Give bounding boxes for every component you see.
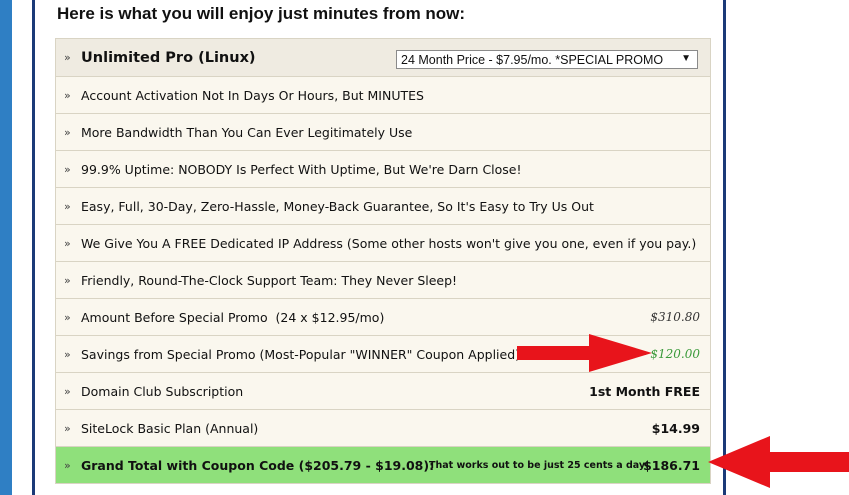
- feature-text: Easy, Full, 30-Day, Zero-Hassle, Money-B…: [81, 198, 594, 214]
- chevron-icon: »: [64, 347, 71, 361]
- domain-club-row: » Domain Club Subscription 1st Month FRE…: [56, 373, 710, 410]
- price-before-promo-label: Amount Before Special Promo (24 x $12.95…: [81, 309, 385, 325]
- grand-total-row: » Grand Total with Coupon Code ($205.79 …: [56, 447, 710, 483]
- feature-row: » Easy, Full, 30-Day, Zero-Hassle, Money…: [56, 188, 710, 225]
- price-before-promo-row: » Amount Before Special Promo (24 x $12.…: [56, 299, 710, 336]
- chevron-icon: »: [64, 458, 71, 472]
- page-left-gap: [12, 0, 32, 495]
- feature-text: Friendly, Round-The-Clock Support Team: …: [81, 272, 458, 288]
- savings-label: Savings from Special Promo (Most-Popular…: [81, 346, 521, 362]
- chevron-icon: »: [64, 51, 71, 64]
- chevron-icon: »: [64, 384, 71, 398]
- feature-text: We Give You A FREE Dedicated IP Address …: [81, 235, 697, 251]
- savings-arrow-icon: [517, 334, 652, 372]
- plan-name: Unlimited Pro (Linux): [81, 49, 256, 66]
- grand-total-label: Grand Total with Coupon Code ($205.79 - …: [81, 457, 435, 473]
- domain-club-value: 1st Month FREE: [589, 383, 700, 399]
- chevron-icon: »: [64, 310, 71, 324]
- total-arrow-icon: [708, 436, 849, 488]
- feature-row: » 99.9% Uptime: NOBODY Is Perfect With U…: [56, 151, 710, 188]
- chevron-icon: »: [64, 199, 71, 213]
- feature-row: » Account Activation Not In Days Or Hour…: [56, 77, 710, 114]
- chevron-down-icon: ▼: [681, 53, 691, 64]
- sitelock-row: » SiteLock Basic Plan (Annual) $14.99: [56, 410, 710, 447]
- sitelock-value: $14.99: [651, 420, 700, 436]
- chevron-icon: »: [64, 88, 71, 102]
- feature-text: Account Activation Not In Days Or Hours,…: [81, 87, 424, 103]
- chevron-icon: »: [64, 125, 71, 139]
- term-select[interactable]: 24 Month Price - $7.95/mo. *SPECIAL PROM…: [396, 50, 698, 69]
- chevron-icon: »: [64, 236, 71, 250]
- feature-row: » We Give You A FREE Dedicated IP Addres…: [56, 225, 710, 262]
- price-before-promo-value: $310.80: [650, 310, 700, 324]
- term-select-value: 24 Month Price - $7.95/mo. *SPECIAL PROM…: [401, 52, 664, 67]
- grand-total-value: $186.71: [643, 457, 700, 473]
- plan-row: » Unlimited Pro (Linux) 24 Month Price -…: [56, 39, 710, 77]
- order-summary-table: » Unlimited Pro (Linux) 24 Month Price -…: [55, 38, 711, 484]
- chevron-icon: »: [64, 162, 71, 176]
- chevron-icon: »: [64, 421, 71, 435]
- feature-row: » Friendly, Round-The-Clock Support Team…: [56, 262, 710, 299]
- feature-row: » More Bandwidth Than You Can Ever Legit…: [56, 114, 710, 151]
- grand-total-note: That works out to be just 25 cents a day…: [429, 459, 650, 471]
- page-heading: Here is what you will enjoy just minutes…: [57, 4, 466, 23]
- page-left-strip: [0, 0, 12, 495]
- domain-club-label: Domain Club Subscription: [81, 383, 244, 399]
- feature-text: More Bandwidth Than You Can Ever Legitim…: [81, 124, 413, 140]
- sitelock-label: SiteLock Basic Plan (Annual): [81, 420, 259, 436]
- chevron-icon: »: [64, 273, 71, 287]
- feature-text: 99.9% Uptime: NOBODY Is Perfect With Upt…: [81, 161, 522, 177]
